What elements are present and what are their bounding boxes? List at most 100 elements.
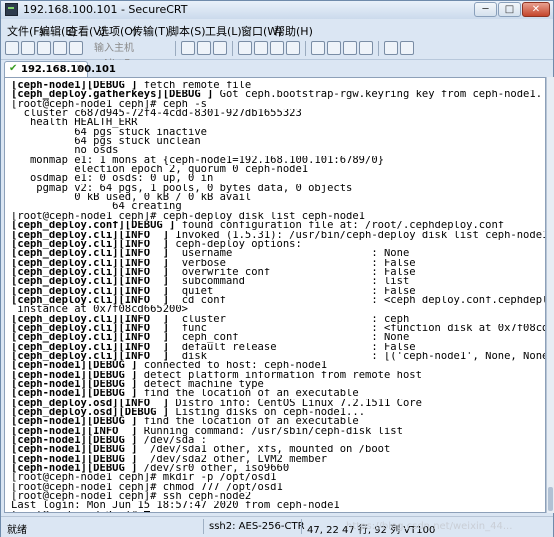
log-prefix: [ceph_deploy.cli][INFO ] [11, 258, 170, 268]
log-prefix: [ceph-node1][DEBUG ] [11, 370, 138, 380]
terminal-line: [ceph_deploy.cli][INFO ] ceph_conf : Non… [11, 333, 545, 342]
connected-check-icon: ✔ [9, 63, 18, 74]
terminal-line: [ceph_deploy.cli][INFO ] default_release… [11, 343, 545, 352]
terminal-line: 64 pgs stuck inactive [11, 128, 545, 137]
log-text: Distro info: CentOS Linux 7.2.1511 Core [169, 398, 422, 409]
securecrt-window: 192.168.100.101 - SecureCRT ─ □ ✕ 文件(F) 编… [0, 0, 554, 537]
terminal-output[interactable]: [ceph-node1][DEBUG ] fetch remote file [c… [4, 77, 546, 513]
stop-script-icon[interactable] [359, 41, 373, 55]
maximize-button[interactable]: □ [498, 2, 521, 17]
terminal-line: [ceph-node1][DEBUG ] detect machine type [11, 380, 545, 389]
connect-tab-icon[interactable] [37, 41, 51, 55]
terminal-line: monmap e1: 1 mons at {ceph-node1=192.168… [11, 156, 545, 165]
help-icon[interactable] [384, 41, 398, 55]
terminal-line: [ceph_deploy.osd][INFO ] Distro info: Ce… [11, 399, 545, 408]
log-text: ceph-deploy options: [169, 239, 302, 250]
log-text: default_release : False [169, 342, 416, 352]
log-text: subcommand : list [169, 277, 410, 287]
close-button[interactable]: ✕ [522, 2, 550, 17]
tab-close-icon[interactable]: × [76, 63, 84, 74]
terminal-line: [root@ceph-node1 ceph]# ceph-deploy disk… [11, 212, 545, 221]
keymap-icon[interactable] [327, 41, 341, 55]
menu-bar: 文件(F) 编辑(E) 查看(V) 选项(O) 传输(T) 脚本(S) 工具(L) 窗口(W)… [1, 20, 553, 38]
log-prefix: [ceph_deploy.cli][INFO ] [11, 323, 170, 334]
terminal-line: 0 kB used, 0 kB / 0 kB avail [11, 193, 545, 202]
menu-help[interactable]: 帮助(H) [274, 23, 313, 39]
scrollbar-thumb[interactable] [548, 487, 553, 511]
log-prefix: [ceph-node1][DEBUG ] [11, 81, 138, 91]
log-text: Got ceph.bootstrap-rgw.keyring key from … [213, 90, 543, 100]
minimize-button[interactable]: ─ [474, 2, 497, 17]
menu-tools[interactable]: 工具(L) [205, 23, 242, 39]
terminal-line: [ceph-node1][INFO ] Running command: /us… [11, 427, 545, 436]
log-text: monmap e1: 1 mons at {ceph-node1=192.168… [11, 155, 384, 166]
session-options-icon[interactable] [286, 41, 300, 55]
terminal-line: no osds [11, 146, 545, 155]
terminal-lines: [ceph-node1][DEBUG ] fetch remote file [c… [5, 78, 545, 512]
quick-connect-icon[interactable] [21, 41, 35, 55]
status-cipher: ssh2: AES-256-CTR [209, 521, 305, 532]
terminal-line: [ceph_deploy.cli][INFO ] Invoked (1.5.31… [11, 231, 545, 240]
status-bar: 就绪 ssh2: AES-256-CTR 47, 22 47 行, 92 列 V… [1, 516, 553, 537]
session-tab[interactable]: ✔ 192.168.100.101 × [4, 61, 116, 77]
status-divider [301, 519, 302, 534]
log-text: Last login: Mon Jun 15 18:57:47 2020 fro… [11, 501, 340, 511]
log-prefix: [ceph-node1][DEBUG ] [11, 361, 138, 371]
terminal-line: health HEALTH_ERR [11, 118, 545, 127]
session-tab-bar: ✔ 192.168.100.101 × [1, 60, 553, 77]
menu-script[interactable]: 脚本(S) [168, 23, 206, 39]
session-tab-label: 192.168.100.101 [21, 64, 116, 75]
terminal-line: osdmap e1: 0 osds: 0 up, 0 in [11, 174, 545, 183]
terminal-line: [ceph_deploy.cli][INFO ] subcommand : li… [11, 277, 545, 286]
terminal-line: [ceph_deploy.conf][DEBUG ] found configu… [11, 221, 545, 230]
log-text: quiet : False [169, 286, 416, 296]
log-text: pgmap v2: 64 pgs, 1 pools, 0 bytes data,… [11, 183, 353, 194]
terminal-line: [ceph-node1][DEBUG ] /dev/sda1 other, xf… [11, 445, 545, 454]
log-text: /dev/sda2 other, LVM2_member [137, 454, 328, 465]
terminal-line: [ceph_deploy.cli][INFO ] ceph-deploy opt… [11, 240, 545, 249]
terminal-line: cluster c687d945-72f4-4cdd-8301-927db165… [11, 109, 545, 118]
key-icon[interactable] [400, 41, 414, 55]
log-prefix: [ceph-node1][INFO ] [11, 426, 138, 437]
terminal-line: [ceph_deploy.cli][INFO ] func : <functio… [11, 324, 545, 333]
log-prefix: [ceph-node1][DEBUG ] [11, 380, 138, 390]
log-prefix: [ceph_deploy.gatherkeys][DEBUG ] [11, 90, 214, 100]
log-prefix: [ceph_deploy.cli][INFO ] [11, 333, 170, 343]
log-prefix: [ceph-node1][DEBUG ] [11, 454, 138, 465]
script-icon[interactable] [343, 41, 357, 55]
sftp-icon[interactable] [270, 41, 284, 55]
securecrt-app-icon [5, 3, 18, 16]
log-prefix: [ceph-node1][DEBUG ] [11, 445, 138, 455]
menu-transfer[interactable]: 传输(T) [132, 23, 169, 39]
terminal-line: [ceph-node1][DEBUG ] /dev/sr0 other, iso… [11, 464, 545, 473]
log-text: overwrite_conf : False [169, 267, 416, 278]
print-icon[interactable] [238, 41, 252, 55]
terminal-line: [ceph_deploy.cli][INFO ] cd_conf : <ceph… [11, 296, 545, 305]
terminal-line: [ceph-node1][DEBUG ] /dev/sda : [11, 436, 545, 445]
copy-icon[interactable] [181, 41, 195, 55]
global-options-icon[interactable] [311, 41, 325, 55]
disconnect-icon[interactable] [69, 41, 83, 55]
log-text: instance at 0x7f08cd665200> [11, 305, 189, 315]
log-text: func : <function disk at 0x7f08cd658c08> [181, 323, 545, 334]
log-text: cluster : ceph [169, 314, 410, 324]
log-prefix: [ceph_deploy.conf][DEBUG ] [11, 221, 176, 231]
log-text: disk : [('ceph-node1', None, None)] [169, 351, 545, 362]
terminal-cursor [143, 511, 150, 512]
host-input[interactable]: 输入主机 <Alt+R> [91, 41, 174, 69]
log-text: username : None [169, 249, 410, 259]
find-icon[interactable] [213, 41, 227, 55]
terminal-line: [root@ceph-node2 ~]# [11, 511, 545, 512]
log-text: 64 creating [11, 202, 182, 212]
vertical-scrollbar[interactable] [546, 77, 554, 513]
reconnect-icon[interactable] [53, 41, 67, 55]
terminal-line: 64 pgs stuck unclean [11, 137, 545, 146]
connect-icon[interactable] [5, 41, 19, 55]
log-text: /dev/sr0 other, iso9660 [137, 464, 290, 474]
print-setup-icon[interactable] [254, 41, 268, 55]
log-text: find the location of an executable [137, 389, 359, 399]
log-text: 0 kB used, 0 kB / 0 kB avail [11, 193, 252, 203]
paste-icon[interactable] [197, 41, 211, 55]
terminal-line: [ceph-node1][DEBUG ] fetch remote file [11, 81, 545, 90]
terminal-line: [ceph_deploy.cli][INFO ] disk : [('ceph-… [11, 352, 545, 361]
